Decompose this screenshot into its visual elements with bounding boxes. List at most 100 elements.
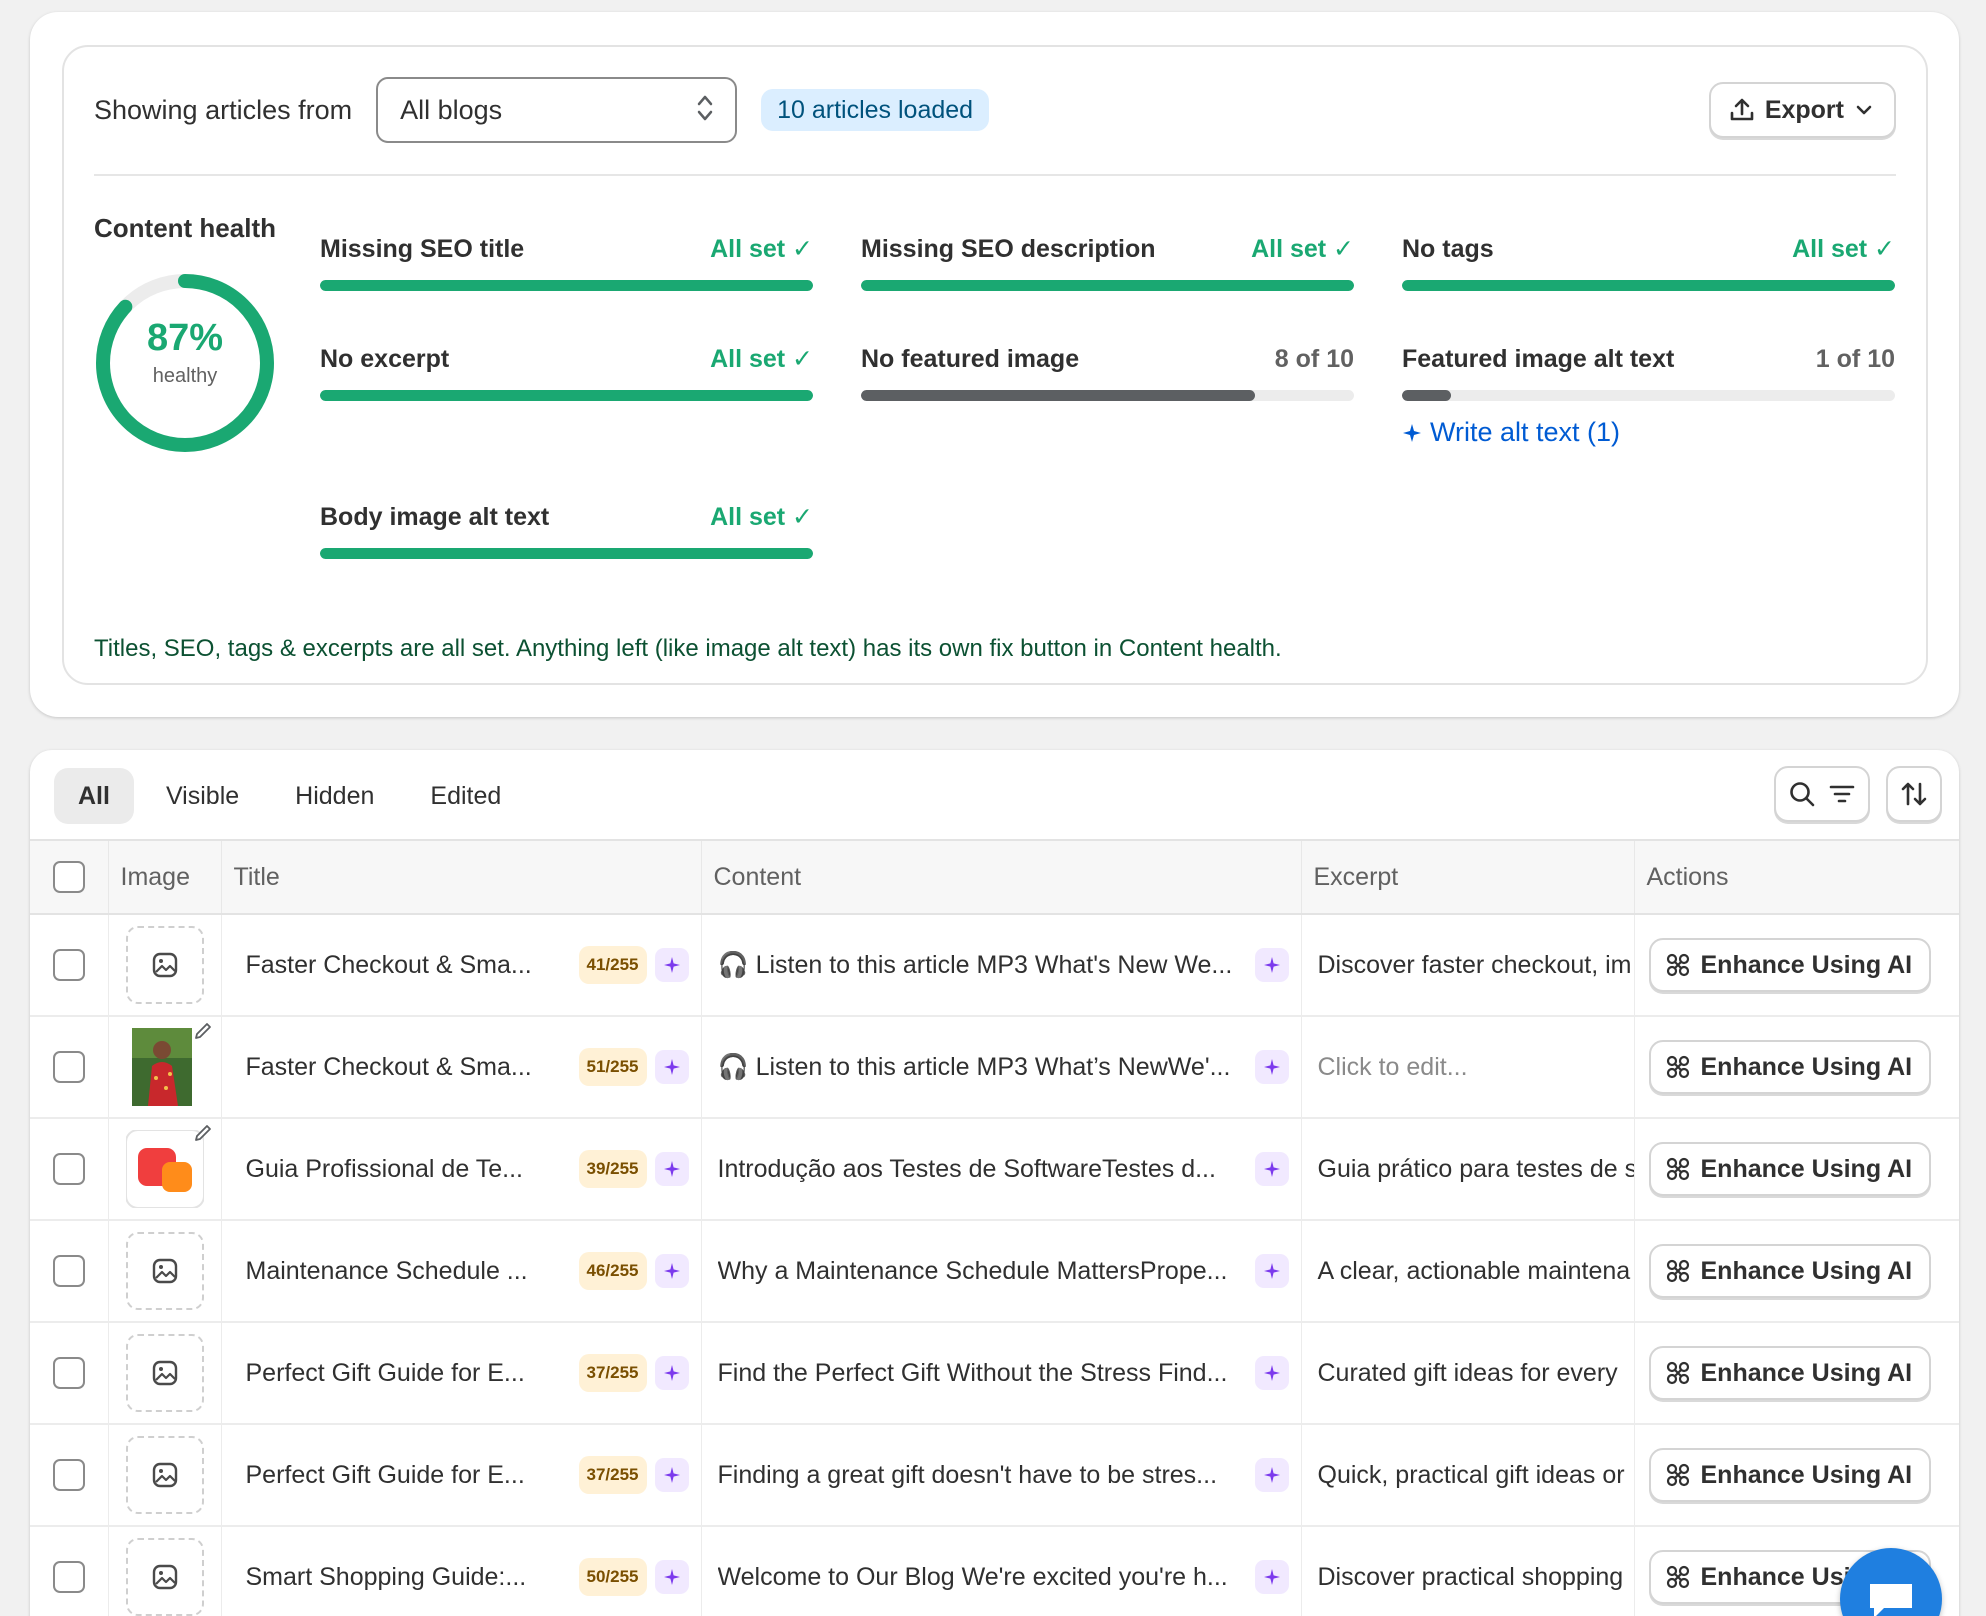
title-cell[interactable]: Perfect Gift Guide for E... 37/255: [221, 1424, 702, 1527]
enhance-using-ai-button[interactable]: Enhance Using AI: [1648, 938, 1931, 992]
column-header-title: Title: [221, 839, 702, 915]
image-placeholder[interactable]: [125, 1436, 204, 1514]
divider: [94, 174, 1896, 176]
table-row[interactable]: Perfect Gift Guide for E... 37/255 Finding…: [30, 1424, 1959, 1527]
ai-enhance-icon: [1666, 1259, 1689, 1283]
table-row[interactable]: Guia Profissional de Te... 39/255 Introduç…: [30, 1118, 1959, 1221]
metric-progress-fill: [1402, 280, 1895, 291]
table-row[interactable]: Faster Checkout & Sma... 41/255 🎧 Listen t…: [30, 914, 1959, 1017]
content-cell[interactable]: 🎧 Listen to this article MP3 What’s NewW…: [701, 1016, 1302, 1119]
image-cell: [108, 1322, 222, 1425]
ai-content-button[interactable]: [1254, 1050, 1289, 1084]
health-donut-chart: [96, 274, 274, 452]
content-health-panel: Showing articles from All blogs 10 artic…: [62, 45, 1928, 685]
row-checkbox[interactable]: [52, 1255, 85, 1287]
enhance-using-ai-button[interactable]: Enhance Using AI: [1648, 1346, 1931, 1400]
title-cell[interactable]: Faster Checkout & Sma... 51/255: [221, 1016, 702, 1119]
content-cell[interactable]: Introdução aos Testes de SoftwareTestes …: [701, 1118, 1302, 1221]
excerpt-cell[interactable]: A clear, actionable maintena: [1301, 1220, 1635, 1323]
sort-button[interactable]: [1886, 766, 1942, 822]
image-placeholder[interactable]: [125, 1232, 204, 1310]
search-filter-button[interactable]: [1774, 766, 1870, 822]
image-placeholder-icon: [152, 952, 177, 978]
excerpt-cell[interactable]: Click to edit...: [1301, 1016, 1635, 1119]
article-content: 🎧 Listen to this article MP3 What’s NewW…: [717, 1052, 1231, 1081]
content-cell[interactable]: Why a Maintenance Schedule MattersPrope.…: [701, 1220, 1302, 1323]
content-cell[interactable]: 🎧 Listen to this article MP3 What's New …: [701, 914, 1302, 1017]
write-alt-text-link[interactable]: Write alt text (1): [1402, 417, 1895, 448]
select-all-checkbox[interactable]: [52, 861, 85, 893]
edit-pencil-icon[interactable]: [192, 1020, 214, 1042]
ai-content-button[interactable]: [1254, 1356, 1289, 1390]
ai-title-button[interactable]: [654, 1152, 689, 1186]
enhance-label: Enhance Using AI: [1700, 1052, 1913, 1081]
enhance-using-ai-button[interactable]: Enhance Using AI: [1648, 1448, 1931, 1502]
tab-edited[interactable]: Edited: [406, 768, 525, 824]
excerpt-cell[interactable]: Guia prático para testes de s: [1301, 1118, 1635, 1221]
chat-widget-button[interactable]: [1840, 1548, 1942, 1616]
row-checkbox[interactable]: [52, 949, 85, 981]
export-button[interactable]: Export: [1708, 82, 1896, 138]
title-cell[interactable]: Faster Checkout & Sma... 41/255: [221, 914, 702, 1017]
table-row[interactable]: Perfect Gift Guide for E... 37/255 Find th…: [30, 1322, 1959, 1425]
excerpt-cell[interactable]: Discover practical shopping: [1301, 1526, 1635, 1616]
featured-image[interactable]: [126, 1023, 211, 1106]
ai-title-button[interactable]: [654, 1050, 689, 1084]
excerpt-cell[interactable]: Discover faster checkout, im: [1301, 914, 1635, 1017]
metric-progress-fill: [1402, 390, 1452, 401]
article-excerpt: Discover practical shopping: [1317, 1562, 1624, 1591]
excerpt-cell[interactable]: Quick, practical gift ideas or: [1301, 1424, 1635, 1527]
row-checkbox[interactable]: [52, 1357, 85, 1389]
ai-content-button[interactable]: [1254, 948, 1289, 982]
ai-title-button[interactable]: [654, 1254, 689, 1288]
table-row[interactable]: Faster Checkout & Sma... 51/255 🎧 Listen t…: [30, 1016, 1959, 1119]
ai-content-button[interactable]: [1254, 1254, 1289, 1288]
title-cell[interactable]: Maintenance Schedule ... 46/255: [221, 1220, 702, 1323]
enhance-using-ai-button[interactable]: Enhance Using AI: [1648, 1142, 1931, 1196]
ai-title-button[interactable]: [654, 1458, 689, 1492]
featured-image[interactable]: [124, 1125, 211, 1209]
row-checkbox[interactable]: [52, 1561, 85, 1593]
showing-articles-label: Showing articles from: [94, 94, 353, 125]
actions-cell: Enhance Using AI: [1634, 1322, 1959, 1425]
row-checkbox[interactable]: [52, 1153, 85, 1185]
image-cell: [108, 1118, 222, 1221]
ai-content-button[interactable]: [1254, 1458, 1289, 1492]
row-checkbox[interactable]: [52, 1459, 85, 1491]
article-title: Perfect Gift Guide for E...: [245, 1460, 525, 1489]
content-cell[interactable]: Finding a great gift doesn't have to be …: [701, 1424, 1302, 1527]
metric-progress-bar: [1402, 280, 1895, 291]
health-percent: 87%: [146, 317, 224, 359]
ai-title-button[interactable]: [654, 1560, 689, 1594]
row-select-cell: [30, 1526, 109, 1616]
blog-select[interactable]: All blogs: [376, 77, 738, 143]
image-placeholder[interactable]: [125, 1538, 204, 1616]
content-cell[interactable]: Find the Perfect Gift Without the Stress…: [701, 1322, 1302, 1425]
tab-visible[interactable]: Visible: [142, 768, 263, 824]
ai-enhance-icon: [1666, 1463, 1689, 1487]
title-cell[interactable]: Guia Profissional de Te... 39/255: [221, 1118, 702, 1221]
content-cell[interactable]: Welcome to Our Blog We're excited you're…: [701, 1526, 1302, 1616]
title-cell[interactable]: Smart Shopping Guide:... 50/255: [221, 1526, 702, 1616]
sparkle-icon: [1263, 1059, 1280, 1075]
enhance-using-ai-button[interactable]: Enhance Using AI: [1648, 1244, 1931, 1298]
title-cell[interactable]: Perfect Gift Guide for E... 37/255: [221, 1322, 702, 1425]
ai-content-button[interactable]: [1254, 1560, 1289, 1594]
table-row[interactable]: Smart Shopping Guide:... 50/255 Welcome to…: [30, 1526, 1959, 1616]
image-placeholder[interactable]: [125, 926, 204, 1004]
tab-hidden[interactable]: Hidden: [271, 768, 398, 824]
row-checkbox[interactable]: [52, 1051, 85, 1083]
ai-title-button[interactable]: [654, 1356, 689, 1390]
image-placeholder[interactable]: [125, 1334, 204, 1412]
metric-no-featured-image: No featured image 8 of 10: [861, 342, 1354, 401]
tab-all[interactable]: All: [54, 768, 134, 824]
table-row[interactable]: Maintenance Schedule ... 46/255 Why a Main…: [30, 1220, 1959, 1323]
article-title: Maintenance Schedule ...: [245, 1256, 528, 1285]
ai-content-button[interactable]: [1254, 1152, 1289, 1186]
edit-pencil-icon[interactable]: [192, 1122, 214, 1144]
enhance-using-ai-button[interactable]: Enhance Using AI: [1648, 1040, 1931, 1094]
ai-title-button[interactable]: [654, 948, 689, 982]
title-char-count: 39/255: [578, 1150, 647, 1188]
excerpt-cell[interactable]: Curated gift ideas for every: [1301, 1322, 1635, 1425]
metric-label: No featured image: [861, 344, 1080, 373]
